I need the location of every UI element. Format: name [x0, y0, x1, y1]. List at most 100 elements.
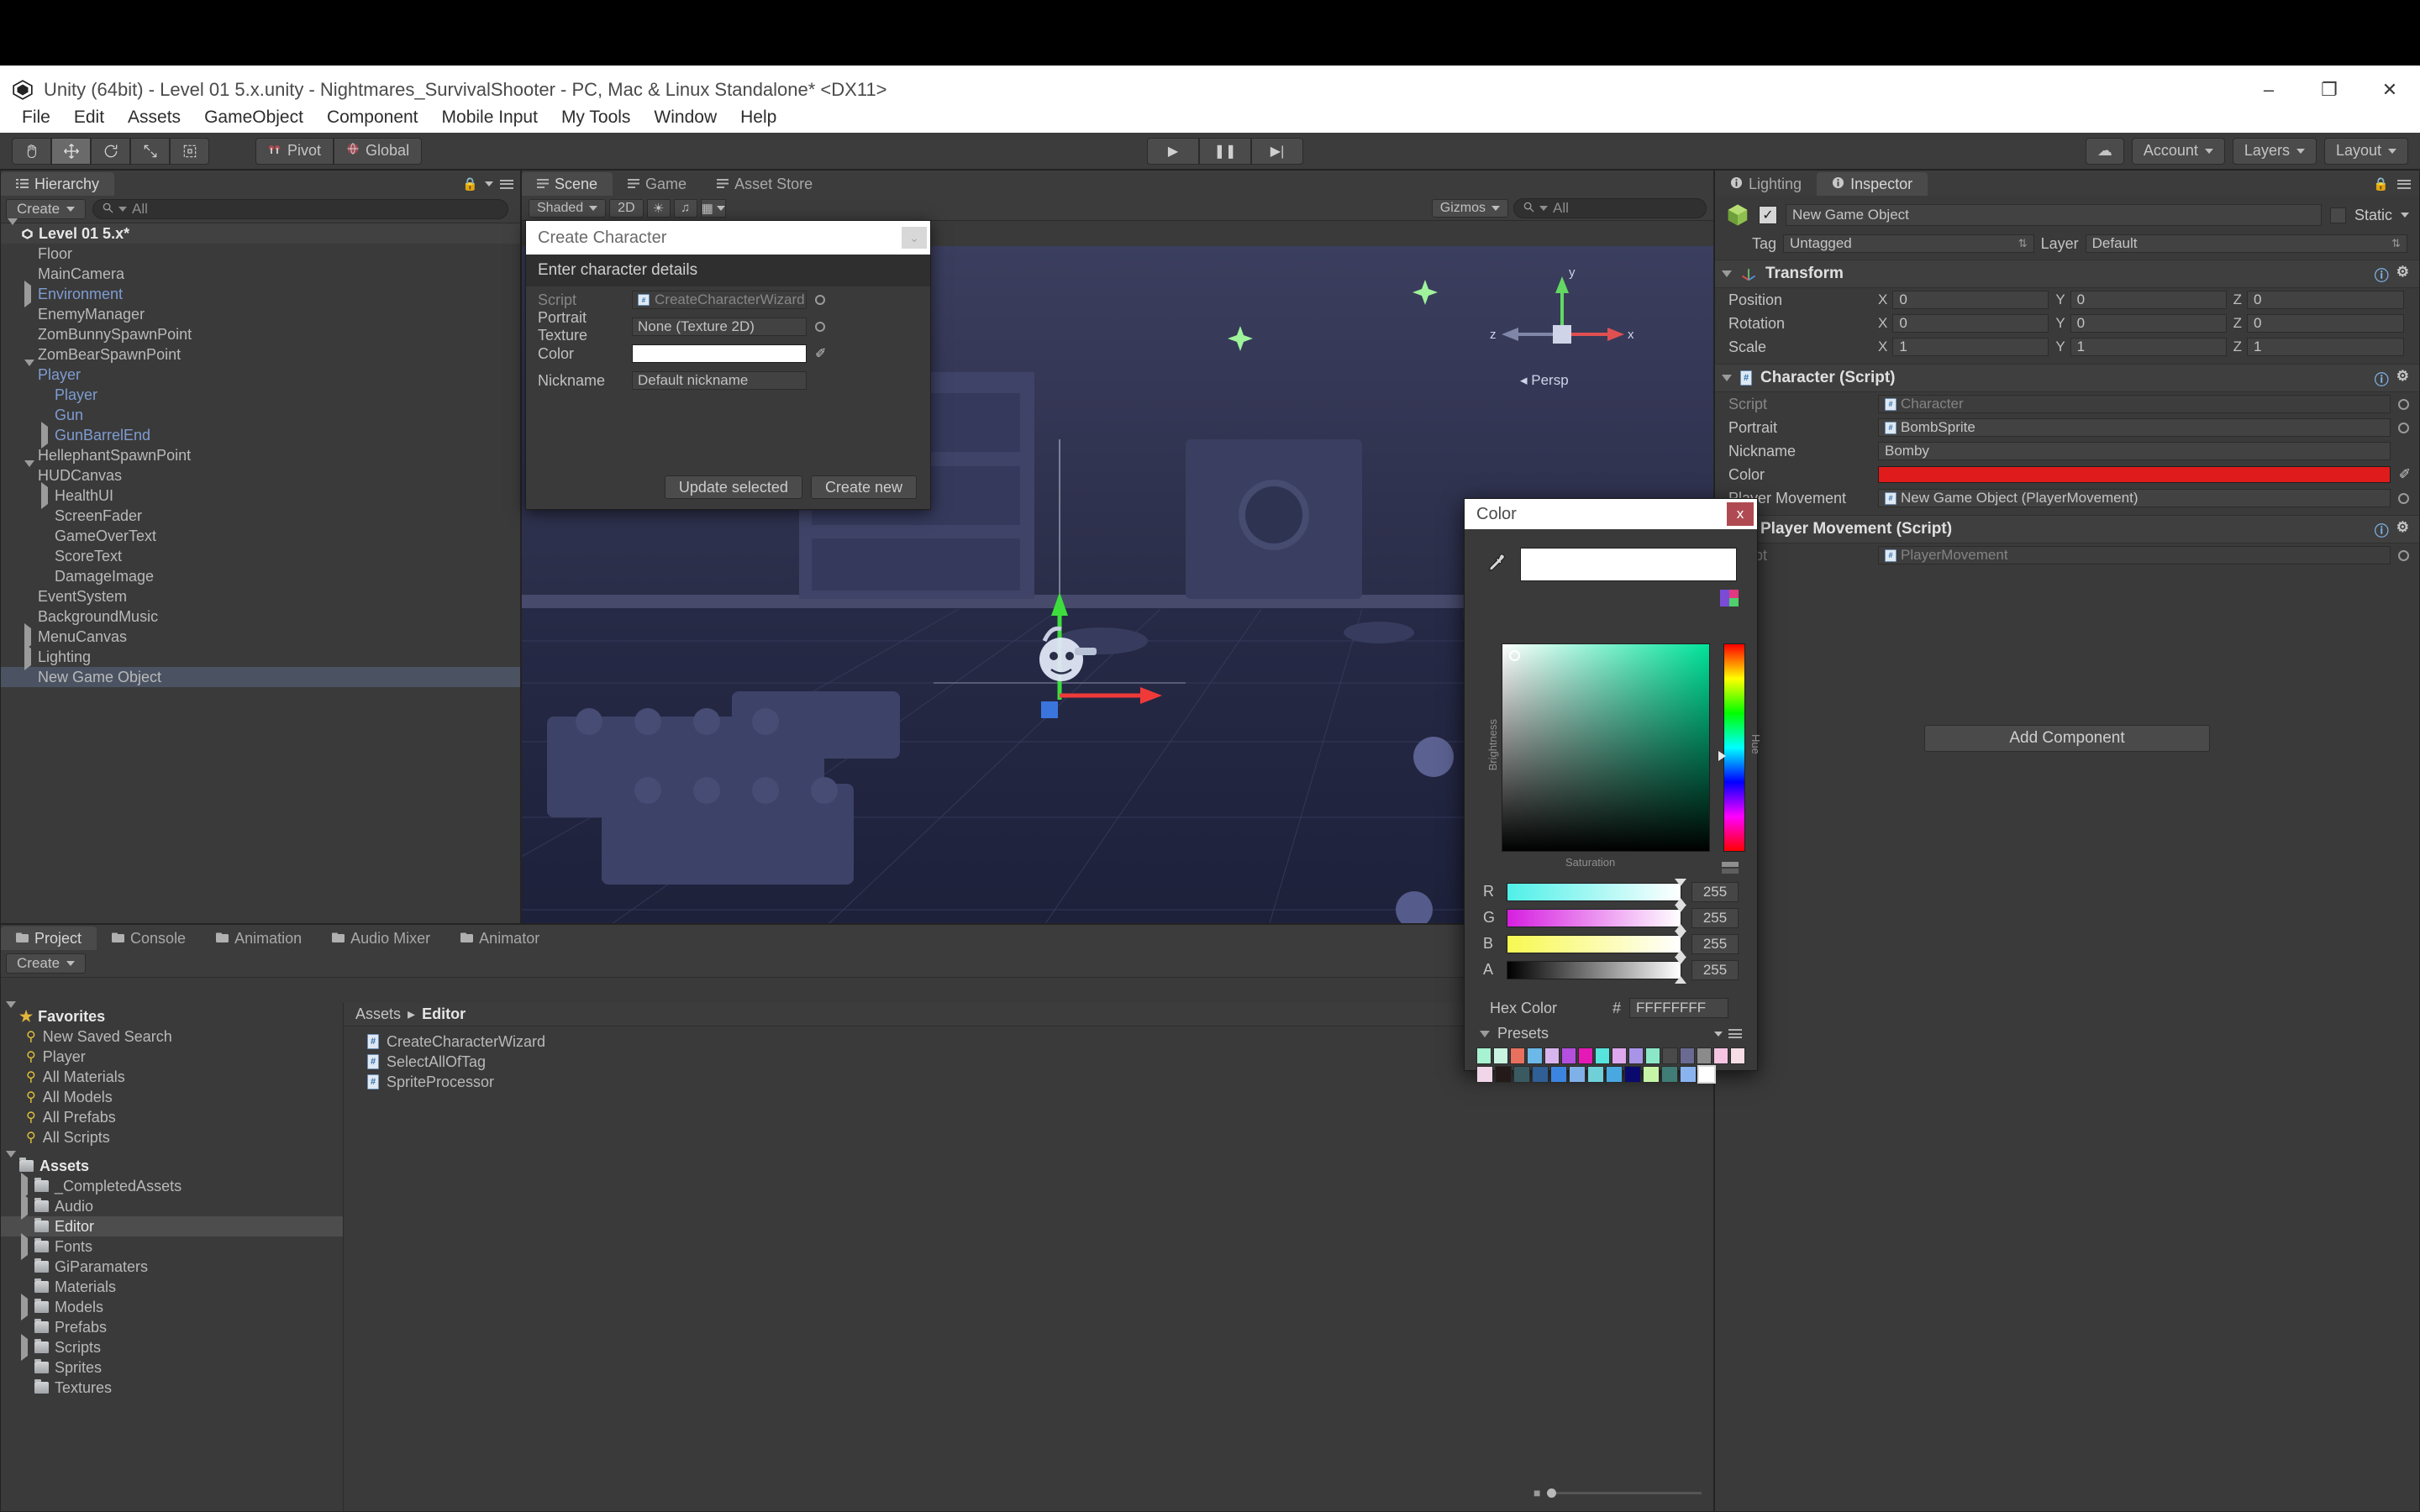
- gear-icon[interactable]: ⚙: [2396, 519, 2409, 540]
- channel-track-r[interactable]: [1507, 878, 1686, 906]
- twisty[interactable]: [21, 1333, 34, 1361]
- favorites-header[interactable]: ★ Favorites: [1, 1000, 343, 1026]
- gear-icon[interactable]: ⚙: [2396, 368, 2409, 389]
- position-x-input[interactable]: 0: [1892, 291, 2049, 309]
- hierarchy-item-new-game-object[interactable]: New Game Object: [1, 667, 520, 687]
- object-picker-icon[interactable]: [2398, 549, 2409, 561]
- assets-item-prefabs[interactable]: Prefabs: [1, 1317, 343, 1337]
- object-picker-icon[interactable]: [2398, 422, 2409, 433]
- twisty[interactable]: [6, 1150, 19, 1175]
- assets-item-models[interactable]: Models: [1, 1293, 343, 1320]
- preset-swatch[interactable]: [1587, 1066, 1604, 1083]
- eyedropper-icon[interactable]: ✐: [815, 345, 826, 362]
- layout-button[interactable]: Layout: [2323, 137, 2408, 165]
- color-swatch-icon[interactable]: [1720, 590, 1739, 611]
- preset-swatch[interactable]: [1569, 1066, 1586, 1083]
- character-script-header[interactable]: # Character (Script) ⓘ ⚙: [1715, 364, 2419, 392]
- preset-swatch[interactable]: [1624, 1066, 1641, 1083]
- twisty[interactable]: [21, 1192, 34, 1220]
- zoom-slider[interactable]: ■: [1534, 1486, 1702, 1499]
- hierarchy-item-floor[interactable]: Floor: [1, 244, 520, 264]
- hierarchy-search-input[interactable]: All: [92, 199, 508, 219]
- wizard-color-swatch[interactable]: [632, 344, 807, 363]
- hierarchy-item-environment[interactable]: Environment: [1, 280, 520, 307]
- tab-lighting[interactable]: Lighting: [1715, 172, 1817, 196]
- chevron-down-icon[interactable]: [2401, 213, 2409, 218]
- twisty[interactable]: [24, 359, 38, 384]
- transform-component-header[interactable]: Transform ⓘ ⚙: [1715, 260, 2419, 288]
- menu-item-file[interactable]: File: [10, 106, 62, 129]
- twisty[interactable]: [24, 643, 38, 670]
- wizard-create-new-button[interactable]: Create new: [810, 475, 917, 499]
- tab-inspector[interactable]: Inspector: [1817, 172, 1928, 196]
- assets-item-editor[interactable]: Editor: [1, 1216, 343, 1236]
- preset-swatch[interactable]: [1696, 1047, 1712, 1064]
- object-name-input[interactable]: New Game Object: [1786, 204, 2322, 226]
- hierarchy-item-healthui[interactable]: HealthUI: [1, 481, 520, 509]
- hierarchy-item-hudcanvas[interactable]: HUDCanvas: [1, 459, 520, 486]
- hierarchy-item-player[interactable]: Player: [1, 359, 520, 385]
- tab-scene[interactable]: Scene: [522, 172, 613, 196]
- chevron-down-icon[interactable]: [1714, 1031, 1723, 1037]
- menu-item-help[interactable]: Help: [729, 106, 788, 129]
- character-field[interactable]: # Character: [1878, 395, 2391, 413]
- presets-header[interactable]: Presets: [1465, 1013, 1757, 1047]
- preset-swatch[interactable]: [1680, 1066, 1697, 1083]
- preset-swatch[interactable]: [1476, 1047, 1492, 1064]
- hierarchy-item-screenfader[interactable]: ScreenFader: [1, 506, 520, 526]
- favorite-item-all-materials[interactable]: ⚲ All Materials: [1, 1067, 343, 1087]
- tab-asset-store[interactable]: Asset Store: [702, 172, 828, 196]
- favorite-item-player[interactable]: ⚲ Player: [1, 1047, 343, 1067]
- preset-swatch[interactable]: [1628, 1047, 1644, 1064]
- hierarchy-item-menucanvas[interactable]: MenuCanvas: [1, 622, 520, 650]
- eyedropper-icon[interactable]: ✐: [2399, 466, 2411, 483]
- object-picker-icon[interactable]: [815, 295, 825, 305]
- hierarchy-create-button[interactable]: Create: [6, 199, 87, 219]
- help-icon[interactable]: ⓘ: [2375, 264, 2389, 285]
- help-icon[interactable]: ⓘ: [2375, 519, 2389, 540]
- gear-icon[interactable]: ⚙: [2396, 264, 2409, 285]
- assets-item-textures[interactable]: Textures: [1, 1378, 343, 1398]
- channel-value-r[interactable]: 255: [1691, 881, 1739, 902]
- breadcrumb-item-editor[interactable]: Editor: [422, 1005, 466, 1023]
- character-field[interactable]: # BombSprite: [1878, 418, 2391, 437]
- wizard-field-input[interactable]: Default nickname: [632, 371, 807, 390]
- preset-swatch[interactable]: [1643, 1066, 1660, 1083]
- scale-z-input[interactable]: 1: [2247, 338, 2404, 356]
- channel-value-g[interactable]: 255: [1691, 907, 1739, 928]
- object-picker-icon[interactable]: [2398, 398, 2409, 410]
- breadcrumb-item-assets[interactable]: Assets: [355, 1005, 401, 1023]
- menu-item-component[interactable]: Component: [315, 106, 430, 129]
- menu-item-assets[interactable]: Assets: [116, 106, 192, 129]
- panel-menu-icon[interactable]: [2397, 179, 2411, 189]
- hierarchy-item-eventsystem[interactable]: EventSystem: [1, 586, 520, 606]
- tab-animation[interactable]: Animation: [201, 927, 317, 950]
- preset-swatch[interactable]: [1493, 1047, 1509, 1064]
- chevron-down-icon[interactable]: [485, 181, 493, 186]
- twisty[interactable]: [21, 1232, 34, 1260]
- tab-animator[interactable]: Animator: [445, 927, 555, 950]
- hierarchy-item-zombunnyspawnpoint[interactable]: ZomBunnySpawnPoint: [1, 324, 520, 344]
- channel-track-a[interactable]: [1507, 956, 1686, 984]
- rotation-z-input[interactable]: 0: [2247, 314, 2404, 333]
- twisty[interactable]: [21, 1293, 34, 1320]
- channel-knob-top[interactable]: [1675, 930, 1686, 938]
- chevron-down-icon[interactable]: [1722, 270, 1732, 277]
- preset-swatch[interactable]: [1612, 1047, 1628, 1064]
- pause-button[interactable]: ❚❚: [1199, 137, 1251, 165]
- assets-item-fonts[interactable]: Fonts: [1, 1232, 343, 1260]
- twisty[interactable]: [6, 1000, 19, 1026]
- playermovement-field[interactable]: # PlayerMovement: [1878, 546, 2391, 564]
- preset-swatch[interactable]: [1513, 1066, 1530, 1083]
- lock-icon[interactable]: 🔒: [2373, 176, 2389, 192]
- wizard-field-input[interactable]: # CreateCharacterWizard: [632, 291, 807, 309]
- color-preview-swatch[interactable]: [1520, 548, 1737, 581]
- gizmos-dropdown[interactable]: Gizmos: [1431, 198, 1508, 218]
- step-button[interactable]: ▶|: [1251, 137, 1303, 165]
- tab-project[interactable]: Project: [1, 927, 97, 950]
- channel-knob-top[interactable]: [1675, 956, 1686, 964]
- assets-item-sprites[interactable]: Sprites: [1, 1357, 343, 1378]
- channel-track-g[interactable]: [1507, 904, 1686, 932]
- global-toggle[interactable]: Global: [334, 137, 423, 165]
- position-y-input[interactable]: 0: [2070, 291, 2227, 309]
